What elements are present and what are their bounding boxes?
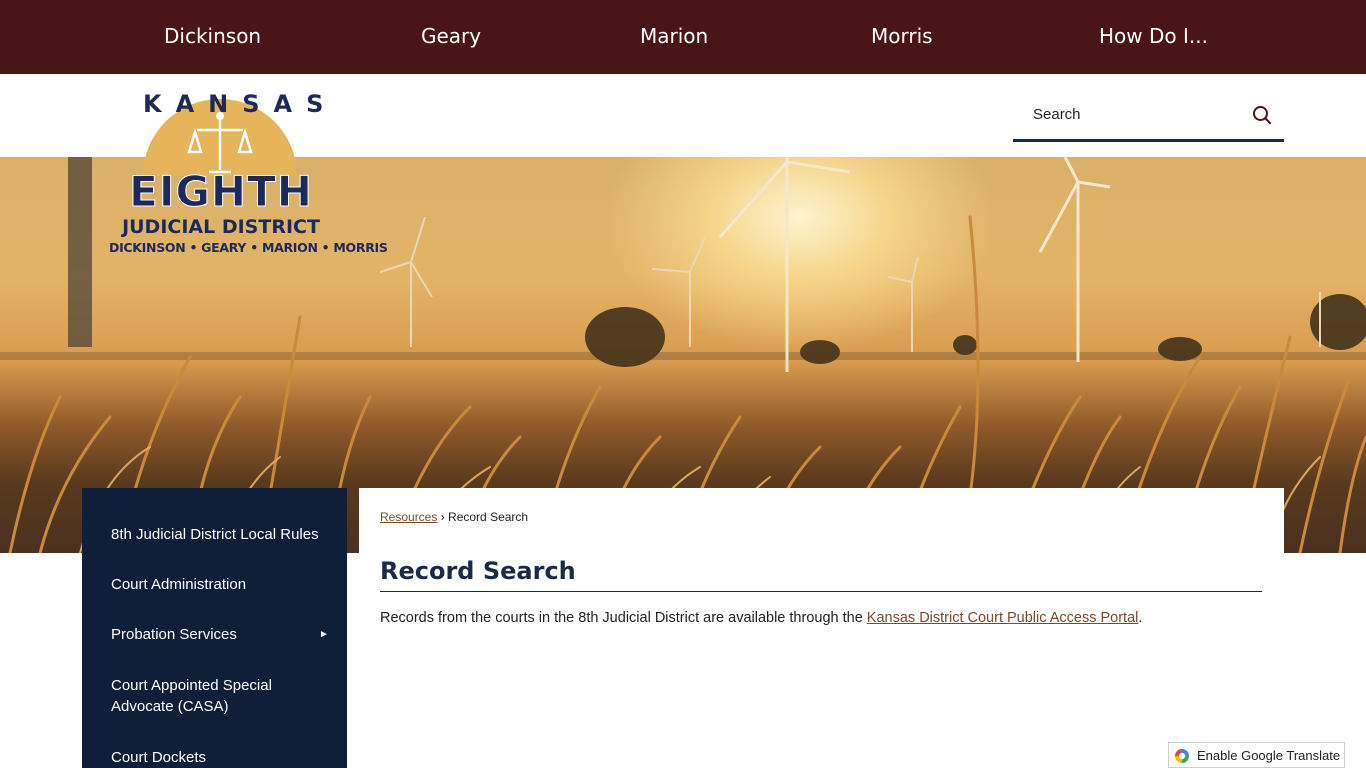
nav-item-how-do-i[interactable]: How Do I... <box>1099 0 1208 74</box>
record-search-text-lead: Records from the courts in the 8th Judic… <box>380 610 867 626</box>
sidebar-item-court-administration[interactable]: Court Administration <box>111 574 326 595</box>
sidebar-item-probation-services[interactable]: Probation Services <box>111 624 326 645</box>
nav-item-dickinson[interactable]: Dickinson <box>164 0 261 74</box>
breadcrumb-current: Record Search <box>448 510 529 524</box>
top-navigation: Dickinson Geary Marion Morris How Do I..… <box>0 0 1366 74</box>
breadcrumb-link-resources[interactable]: Resources <box>380 510 437 524</box>
google-translate-icon <box>1174 748 1190 764</box>
logo-kansas: KANSAS <box>143 90 338 118</box>
google-translate-button[interactable]: Enable Google Translate <box>1168 742 1345 768</box>
sidebar-item-local-rules[interactable]: 8th Judicial District Local Rules <box>111 524 326 545</box>
site-search <box>1013 92 1284 142</box>
google-translate-label: Enable Google Translate <box>1197 748 1341 763</box>
nav-item-morris[interactable]: Morris <box>871 0 933 74</box>
sidebar-item-casa[interactable]: Court Appointed Special Advocate (CASA) <box>111 675 326 717</box>
breadcrumb: Resources › Record Search <box>380 510 528 524</box>
nav-item-marion[interactable]: Marion <box>640 0 708 74</box>
record-search-text-end: . <box>1138 610 1143 626</box>
side-navigation: 8th Judicial District Local Rules Court … <box>82 488 347 768</box>
search-icon[interactable] <box>1251 104 1273 126</box>
nav-item-geary[interactable]: Geary <box>421 0 481 74</box>
breadcrumb-separator: › <box>440 510 445 524</box>
public-access-portal-link[interactable]: Kansas District Court Public Access Port… <box>867 610 1139 626</box>
title-divider <box>380 591 1262 592</box>
district-logo[interactable]: KANSAS EIGHTH JUDICIAL DISTRICT DICKINSO… <box>105 88 388 263</box>
logo-eighth: EIGHTH <box>129 167 313 216</box>
page-title: Record Search <box>380 557 576 585</box>
logo-counties: DICKINSON • GEARY • MARION • MORRIS <box>109 240 388 255</box>
main-content: Resources › Record Search Record Search … <box>359 488 1284 768</box>
submenu-arrow-icon[interactable]: ► <box>319 629 329 640</box>
logo-judicial-district: JUDICIAL DISTRICT <box>122 216 320 238</box>
record-search-text: Records from the courts in the 8th Judic… <box>380 610 1142 626</box>
search-input[interactable] <box>1033 102 1243 126</box>
sidebar-item-court-dockets[interactable]: Court Dockets <box>111 747 326 768</box>
